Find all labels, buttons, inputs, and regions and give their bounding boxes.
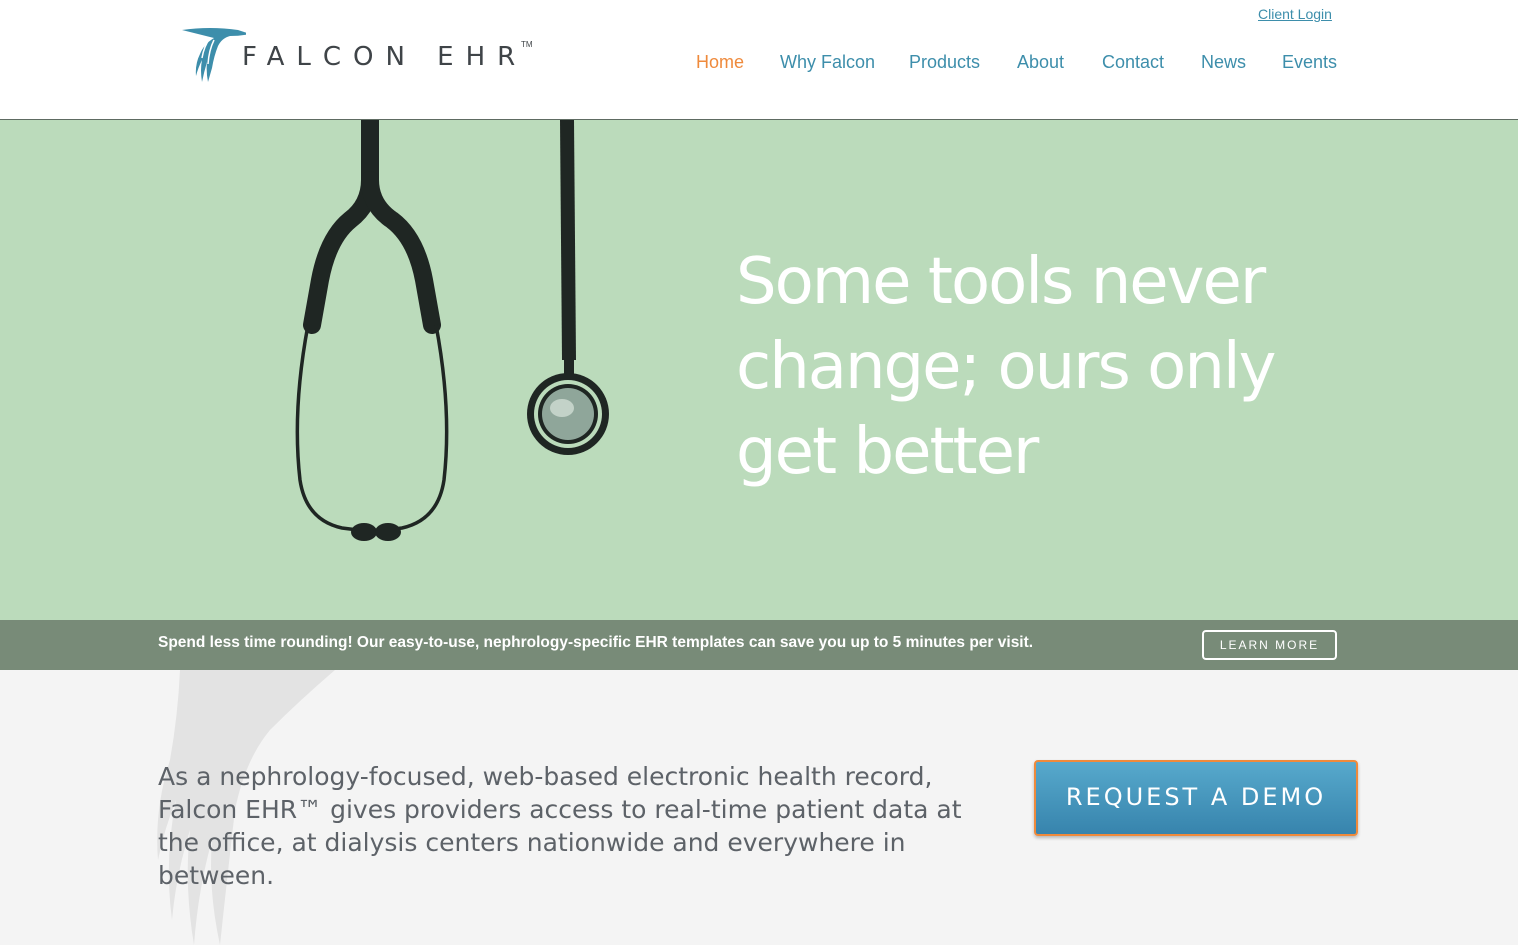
logo-text: FALCON EHR: [242, 42, 528, 72]
learn-more-button[interactable]: LEARN MORE: [1202, 630, 1337, 660]
promo-bar: Spend less time rounding! Our easy-to-us…: [0, 620, 1518, 670]
hero-headline: Some tools never change; ours only get b…: [736, 245, 1277, 489]
nav-why-falcon[interactable]: Why Falcon: [780, 52, 875, 73]
falcon-ehr-logo[interactable]: FALCON EHR TM: [180, 24, 540, 90]
logo-trademark: TM: [521, 40, 533, 49]
nav-contact[interactable]: Contact: [1102, 52, 1164, 73]
request-demo-button[interactable]: REQUEST A DEMO: [1034, 760, 1358, 836]
stethoscope-icon: [295, 120, 609, 541]
nav-about[interactable]: About: [1017, 52, 1064, 73]
promo-text: Spend less time rounding! Our easy-to-us…: [158, 634, 1034, 651]
site-header: FALCON EHR TM Client Login Home Why Falc…: [0, 0, 1518, 120]
nav-events[interactable]: Events: [1282, 52, 1337, 73]
intro-text: As a nephrology-focused, web-based elect…: [158, 762, 962, 890]
hero-banner: Some tools never change; ours only get b…: [0, 120, 1518, 620]
nav-home[interactable]: Home: [696, 52, 744, 73]
nav-news[interactable]: News: [1201, 52, 1246, 73]
intro-section: As a nephrology-focused, web-based elect…: [0, 670, 1518, 945]
nav-products[interactable]: Products: [909, 52, 980, 73]
client-login-link[interactable]: Client Login: [1258, 6, 1332, 22]
falcon-bird-icon: [182, 28, 246, 82]
